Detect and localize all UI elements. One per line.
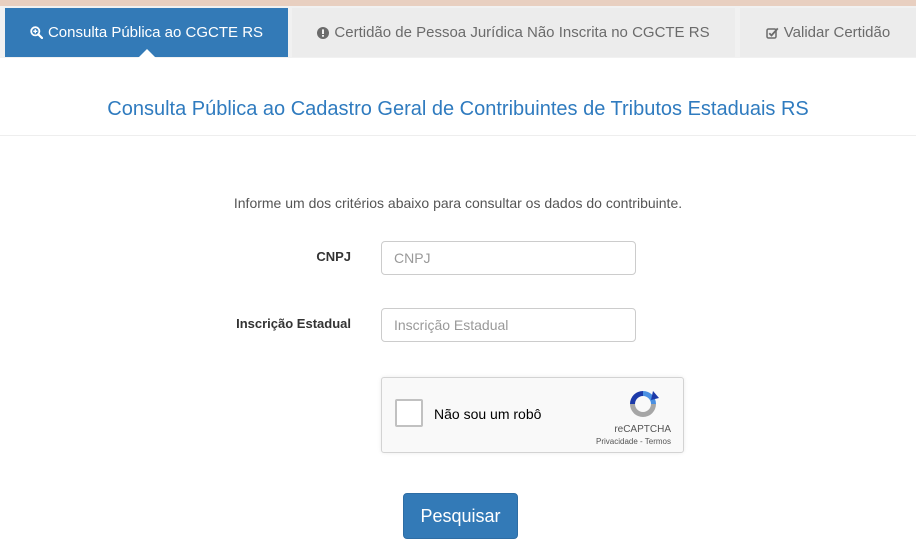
tab-label: Certidão de Pessoa Jurídica Não Inscrita…: [334, 24, 710, 41]
instructions-text: Informe um dos critérios abaixo para con…: [233, 195, 683, 211]
exclamation-circle-icon: [317, 26, 330, 39]
recaptcha-widget: Não sou um robô reCAPTCHA Privacidade - …: [381, 377, 684, 453]
inscricao-estadual-input[interactable]: [381, 308, 636, 342]
tab-validar-certidao[interactable]: Validar Certidão: [740, 8, 916, 57]
cnpj-input[interactable]: [381, 241, 636, 275]
recaptcha-brand: reCAPTCHA: [614, 424, 671, 435]
search-plus-icon: [30, 26, 43, 39]
recaptcha-logo-icon: [627, 388, 659, 420]
tab-certidao-pj[interactable]: Certidão de Pessoa Jurídica Não Inscrita…: [292, 8, 735, 57]
page-title: Consulta Pública ao Cadastro Geral de Co…: [107, 98, 809, 120]
check-square-icon: [766, 27, 779, 39]
recaptcha-label: Não sou um robô: [434, 406, 542, 422]
tab-consulta-publica[interactable]: Consulta Pública ao CGCTE RS: [5, 8, 288, 58]
recaptcha-links: Privacidade - Termos: [596, 437, 671, 446]
pesquisar-button[interactable]: Pesquisar: [403, 493, 518, 539]
tab-label: Consulta Pública ao CGCTE RS: [47, 24, 264, 41]
inscricao-estadual-label: Inscrição Estadual: [236, 316, 351, 331]
recaptcha-privacy-link[interactable]: Privacidade: [596, 437, 638, 446]
cnpj-label: CNPJ: [316, 249, 351, 264]
recaptcha-checkbox[interactable]: [395, 399, 423, 427]
recaptcha-terms-link[interactable]: Termos: [645, 437, 671, 446]
recaptcha-links-separator: -: [637, 437, 645, 446]
tab-bar: Consulta Pública ao CGCTE RS Certidão de…: [0, 6, 916, 58]
page-header: Consulta Pública ao Cadastro Geral de Co…: [0, 58, 916, 136]
tab-label: Validar Certidão: [783, 24, 891, 41]
